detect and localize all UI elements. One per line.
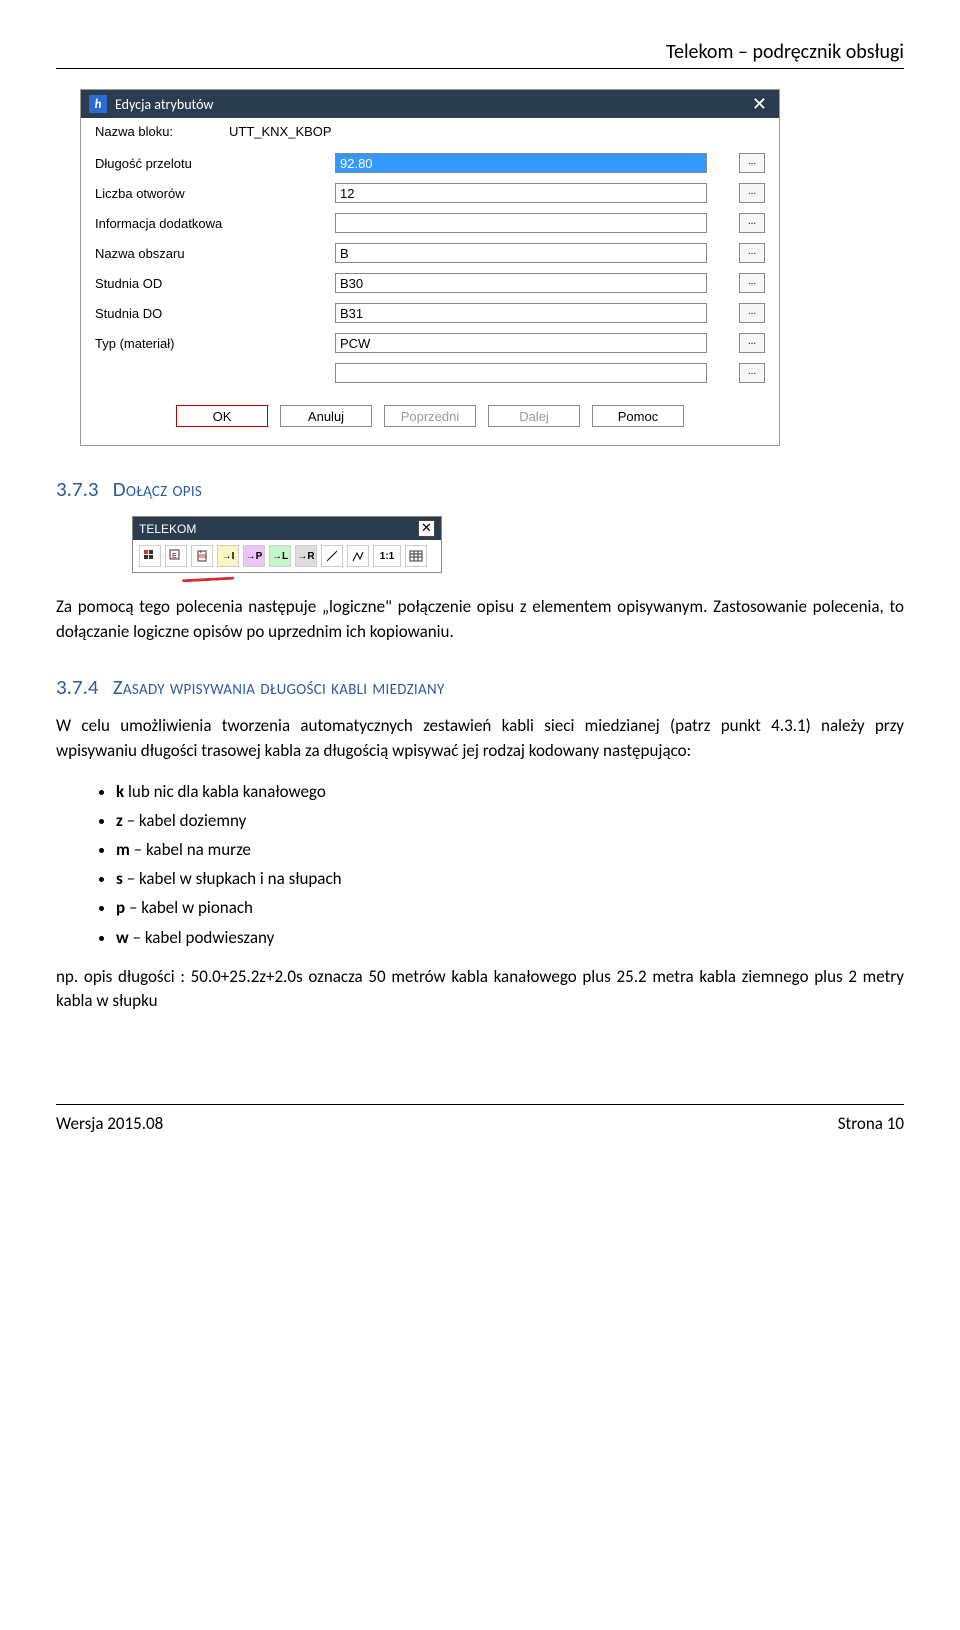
previous-button[interactable]: Poprzedni: [384, 405, 476, 427]
dialog-titlebar: h Edycja atrybutów ✕: [81, 90, 779, 118]
list-item: k lub nic dla kabla kanałowego: [116, 778, 904, 805]
toolbar-icon-2[interactable]: E: [165, 545, 187, 567]
toolbar-btn-i[interactable]: →I: [217, 545, 239, 567]
ellipsis-button[interactable]: ...: [739, 153, 765, 173]
list-item: p – kabel w pionach: [116, 894, 904, 921]
section-heading-374: 3.7.4 Zasady wpisywania długości kabli m…: [56, 674, 904, 700]
field-label: Liczba otworów: [95, 186, 335, 201]
field-input-dlugosc[interactable]: [335, 153, 707, 173]
field-input-informacja[interactable]: [335, 213, 707, 233]
header-rule: [56, 68, 904, 69]
help-button[interactable]: Pomoc: [592, 405, 684, 427]
toolbar-polyline-icon[interactable]: [347, 545, 369, 567]
telekom-toolbar: TELEKOM ✕ E t →I →P →L →R 1:1: [132, 516, 442, 573]
ellipsis-button[interactable]: ...: [739, 363, 765, 383]
list-item: w – kabel podwieszany: [116, 924, 904, 951]
field-label: Informacja dodatkowa: [95, 216, 335, 231]
field-label: Nazwa obszaru: [95, 246, 335, 261]
ellipsis-button[interactable]: ...: [739, 303, 765, 323]
toolbar-ratio-button[interactable]: 1:1: [373, 545, 401, 567]
ellipsis-button[interactable]: ...: [739, 213, 765, 233]
toolbar-titlebar: TELEKOM ✕: [133, 517, 441, 540]
block-name-label: Nazwa bloku:: [95, 124, 205, 139]
list-item: m – kabel na murze: [116, 836, 904, 863]
close-icon[interactable]: ✕: [418, 520, 435, 537]
code-list: k lub nic dla kabla kanałowego z – kabel…: [56, 778, 904, 951]
toolbar-btn-l[interactable]: →L: [269, 545, 291, 567]
field-input-studnia-od[interactable]: [335, 273, 707, 293]
field-label: Typ (materiał): [95, 336, 335, 351]
close-icon[interactable]: ✕: [748, 95, 771, 113]
next-button[interactable]: Dalej: [488, 405, 580, 427]
field-label: Długość przelotu: [95, 156, 335, 171]
ellipsis-button[interactable]: ...: [739, 243, 765, 263]
field-input-typ-material[interactable]: [335, 333, 707, 353]
section-heading-373: 3.7.3 Dołącz opis: [56, 476, 904, 502]
section-373-paragraph: Za pomocą tego polecenia następuje „logi…: [56, 595, 904, 644]
toolbar-title: TELEKOM: [139, 522, 196, 536]
ellipsis-button[interactable]: ...: [739, 273, 765, 293]
toolbar-btn-r[interactable]: →R: [295, 545, 317, 567]
footer-page: Strona 10: [838, 1113, 904, 1134]
ok-button[interactable]: OK: [176, 405, 268, 427]
cancel-button[interactable]: Anuluj: [280, 405, 372, 427]
annotation-underline: [182, 574, 234, 583]
dialog-title: Edycja atrybutów: [115, 96, 213, 113]
field-input-studnia-do[interactable]: [335, 303, 707, 323]
dialog-app-icon: h: [89, 95, 107, 113]
field-label: Studnia OD: [95, 276, 335, 291]
field-label: Studnia DO: [95, 306, 335, 321]
toolbar-table-icon[interactable]: [405, 545, 427, 567]
edit-attributes-dialog: h Edycja atrybutów ✕ Nazwa bloku: UTT_KN…: [80, 89, 780, 446]
document-header: Telekom – podręcznik obsługi: [56, 40, 904, 64]
ellipsis-button[interactable]: ...: [739, 183, 765, 203]
section-374-paragraph-2: np. opis długości : 50.0+25.2z+2.0s ozna…: [56, 965, 904, 1014]
block-name-value: UTT_KNX_KBOP: [229, 124, 332, 139]
ellipsis-button[interactable]: ...: [739, 333, 765, 353]
field-input-liczba-otworow[interactable]: [335, 183, 707, 203]
toolbar-icon-3[interactable]: t: [191, 545, 213, 567]
svg-text:E: E: [172, 553, 177, 560]
toolbar-icon-1[interactable]: [139, 545, 161, 567]
section-374-paragraph-1: W celu umożliwienia tworzenia automatycz…: [56, 714, 904, 763]
field-input-nazwa-obszaru[interactable]: [335, 243, 707, 263]
field-input-empty[interactable]: [335, 363, 707, 383]
footer-version: Wersja 2015.08: [56, 1113, 163, 1134]
toolbar-line-icon[interactable]: [321, 545, 343, 567]
toolbar-btn-p[interactable]: →P: [243, 545, 265, 567]
list-item: z – kabel doziemny: [116, 807, 904, 834]
list-item: s – kabel w słupkach i na słupach: [116, 865, 904, 892]
footer-rule: [56, 1104, 904, 1105]
